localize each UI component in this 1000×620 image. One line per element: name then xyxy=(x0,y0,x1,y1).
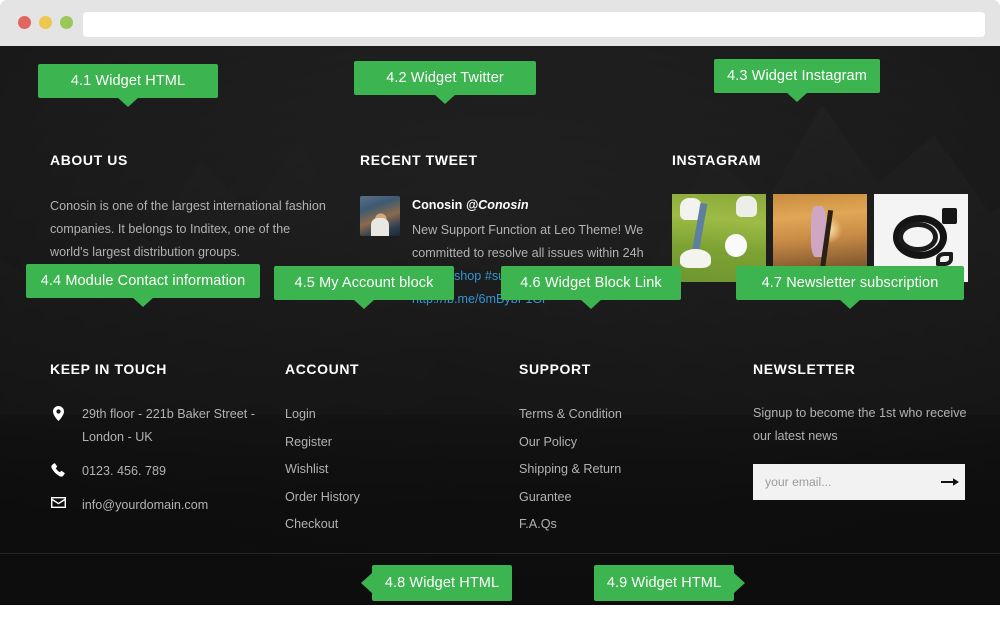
support-link-policy[interactable]: Our Policy xyxy=(519,429,719,457)
contact-phone-value: 0123. 456. 789 xyxy=(82,464,167,478)
annotation-badge-4-4[interactable]: 4.4 Module Contact information xyxy=(26,264,260,307)
annotation-label-4-8: 4.8 Widget HTML xyxy=(384,574,500,591)
leash-coil-inner-shape xyxy=(898,222,938,253)
annotation-label-4-4: 4.4 Module Contact information xyxy=(40,272,246,289)
golf-club-shape xyxy=(692,202,708,255)
contact-address-value: 29th floor - 221b Baker Street - London … xyxy=(82,407,255,444)
contact-row-email: info@yourdomain.com xyxy=(50,494,300,517)
badge-tail-down-icon xyxy=(353,299,375,309)
annotation-badge-4-3[interactable]: 4.3 Widget Instagram xyxy=(714,59,880,102)
envelope-icon xyxy=(50,494,66,508)
account-link-order-history[interactable]: Order History xyxy=(285,484,485,512)
footer-divider xyxy=(0,553,1000,554)
website-footer-preview: ABOUT US Conosin is one of the largest i… xyxy=(0,46,1000,605)
badge-tail-down-icon xyxy=(132,297,154,307)
badge-tail-down-icon xyxy=(580,299,602,309)
tweet-text: New Support Function at Leo Theme! We co… xyxy=(412,223,644,260)
widget-newsletter: NEWSLETTER Signup to become the 1st who … xyxy=(753,361,983,500)
widget-support-links: SUPPORT Terms & Condition Our Policy Shi… xyxy=(519,361,719,539)
leash-hook-shape xyxy=(936,252,953,267)
annotation-label-4-6: 4.6 Widget Block Link xyxy=(520,274,662,291)
badge-tail-down-icon xyxy=(839,299,861,309)
arrow-right-icon xyxy=(941,475,959,490)
golf-club-head-shape xyxy=(679,248,712,268)
annotation-badge-4-7[interactable]: 4.7 Newsletter subscription xyxy=(736,266,964,309)
phone-icon xyxy=(50,460,66,477)
account-title: ACCOUNT xyxy=(285,361,360,377)
account-link-checkout[interactable]: Checkout xyxy=(285,511,485,539)
badge-tail-down-icon xyxy=(434,94,456,104)
account-link-login[interactable]: Login xyxy=(285,401,485,429)
address-bar-input[interactable] xyxy=(83,12,985,37)
badge-tail-down-icon xyxy=(786,92,808,102)
support-link-list: Terms & Condition Our Policy Shipping & … xyxy=(519,401,719,539)
newsletter-submit-button[interactable] xyxy=(935,464,965,500)
annotation-label-4-1: 4.1 Widget HTML xyxy=(70,72,186,89)
golf-ball-shape xyxy=(724,234,748,258)
support-link-terms[interactable]: Terms & Condition xyxy=(519,401,719,429)
annotation-label-4-2: 4.2 Widget Twitter xyxy=(386,69,504,86)
tweet-author-name: Conosin xyxy=(412,198,463,212)
newsletter-description: Signup to become the 1st who receive our… xyxy=(753,406,967,443)
close-window-button[interactable] xyxy=(18,16,31,29)
annotation-label-4-9: 4.9 Widget HTML xyxy=(606,574,722,591)
footer-content-area: ABOUT US Conosin is one of the largest i… xyxy=(0,46,1000,605)
tweet-author-line: Conosin @Conosin xyxy=(412,196,660,214)
annotation-badge-4-5[interactable]: 4.5 My Account block xyxy=(274,266,454,309)
maximize-window-button[interactable] xyxy=(60,16,73,29)
window-traffic-lights xyxy=(18,16,73,29)
annotation-badge-4-8[interactable]: 4.8 Widget HTML xyxy=(361,565,512,601)
widget-about-us: ABOUT US Conosin is one of the largest i… xyxy=(50,152,340,264)
support-title: SUPPORT xyxy=(519,361,591,377)
support-link-faqs[interactable]: F.A.Qs xyxy=(519,511,719,539)
contact-list: 29th floor - 221b Baker Street - London … xyxy=(50,403,300,517)
annotation-badge-4-9[interactable]: 4.9 Widget HTML xyxy=(594,565,745,601)
newsletter-email-input[interactable] xyxy=(753,464,935,500)
minimize-window-button[interactable] xyxy=(39,16,52,29)
widget-instagram: INSTAGRAM xyxy=(672,152,972,282)
newsletter-title: NEWSLETTER xyxy=(753,361,856,377)
instagram-title: INSTAGRAM xyxy=(672,152,762,168)
annotation-badge-4-1[interactable]: 4.1 Widget HTML xyxy=(38,64,218,107)
widget-contact-information: KEEP IN TOUCH 29th floor - 221b Baker St… xyxy=(50,361,300,528)
browser-window-chrome xyxy=(0,0,1000,46)
contact-email-value: info@yourdomain.com xyxy=(82,498,209,512)
badge-tail-left-icon xyxy=(361,573,372,593)
support-link-shipping[interactable]: Shipping & Return xyxy=(519,456,719,484)
account-link-register[interactable]: Register xyxy=(285,429,485,457)
annotation-badge-4-6[interactable]: 4.6 Widget Block Link xyxy=(501,266,681,309)
contact-row-phone: 0123. 456. 789 xyxy=(50,460,300,483)
annotation-label-4-5: 4.5 My Account block xyxy=(294,274,434,291)
badge-tail-down-icon xyxy=(117,97,139,107)
annotation-badge-4-2[interactable]: 4.2 Widget Twitter xyxy=(354,61,536,104)
about-us-text: Conosin is one of the largest internatio… xyxy=(50,199,326,259)
map-pin-icon xyxy=(50,403,66,421)
twitter-avatar xyxy=(360,196,400,236)
support-link-gurantee[interactable]: Gurantee xyxy=(519,484,719,512)
contact-row-address: 29th floor - 221b Baker Street - London … xyxy=(50,403,300,449)
leash-clip-shape xyxy=(941,208,957,224)
tweet-author-handle: @Conosin xyxy=(465,198,529,212)
badge-tail-right-icon xyxy=(734,573,745,593)
about-us-title: ABOUT US xyxy=(50,152,128,168)
account-link-wishlist[interactable]: Wishlist xyxy=(285,456,485,484)
annotation-label-4-3: 4.3 Widget Instagram xyxy=(727,67,867,84)
recent-tweet-title: RECENT TWEET xyxy=(360,152,478,168)
newsletter-form xyxy=(753,464,965,500)
widget-my-account: ACCOUNT Login Register Wishlist Order Hi… xyxy=(285,361,485,539)
annotation-label-4-7: 4.7 Newsletter subscription xyxy=(761,274,939,291)
account-link-list: Login Register Wishlist Order History Ch… xyxy=(285,401,485,539)
keep-in-touch-title: KEEP IN TOUCH xyxy=(50,361,167,377)
